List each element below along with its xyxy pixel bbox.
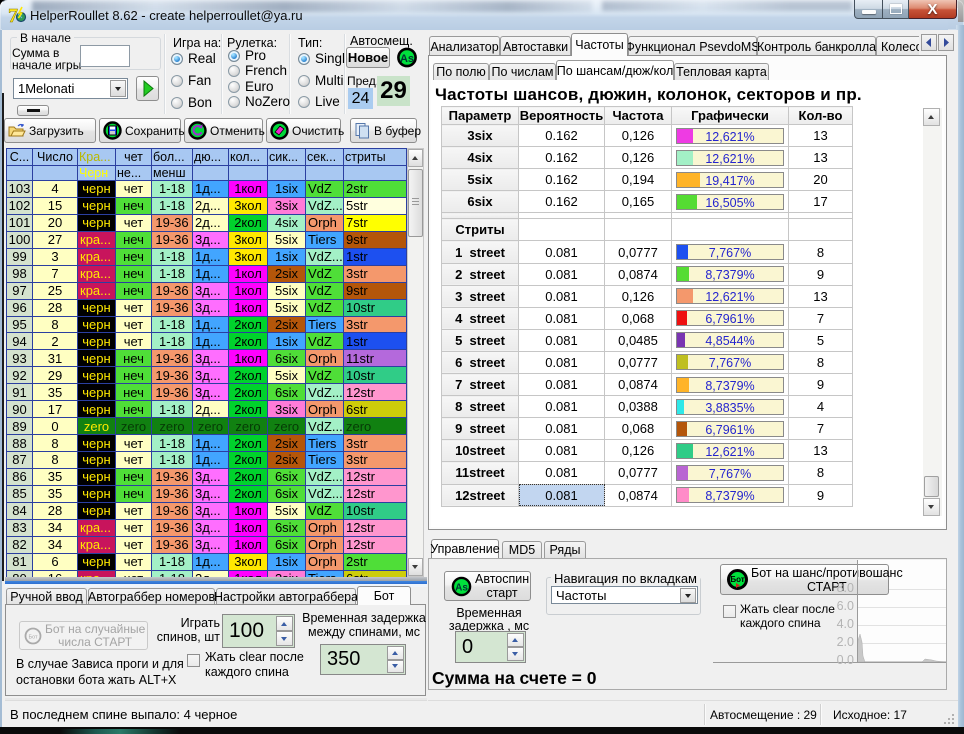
svg-text:Бот: Бот bbox=[730, 575, 744, 584]
svg-text:Бот: Бот bbox=[28, 634, 38, 640]
svg-text:As: As bbox=[455, 582, 468, 593]
svg-text:As: As bbox=[400, 53, 414, 65]
